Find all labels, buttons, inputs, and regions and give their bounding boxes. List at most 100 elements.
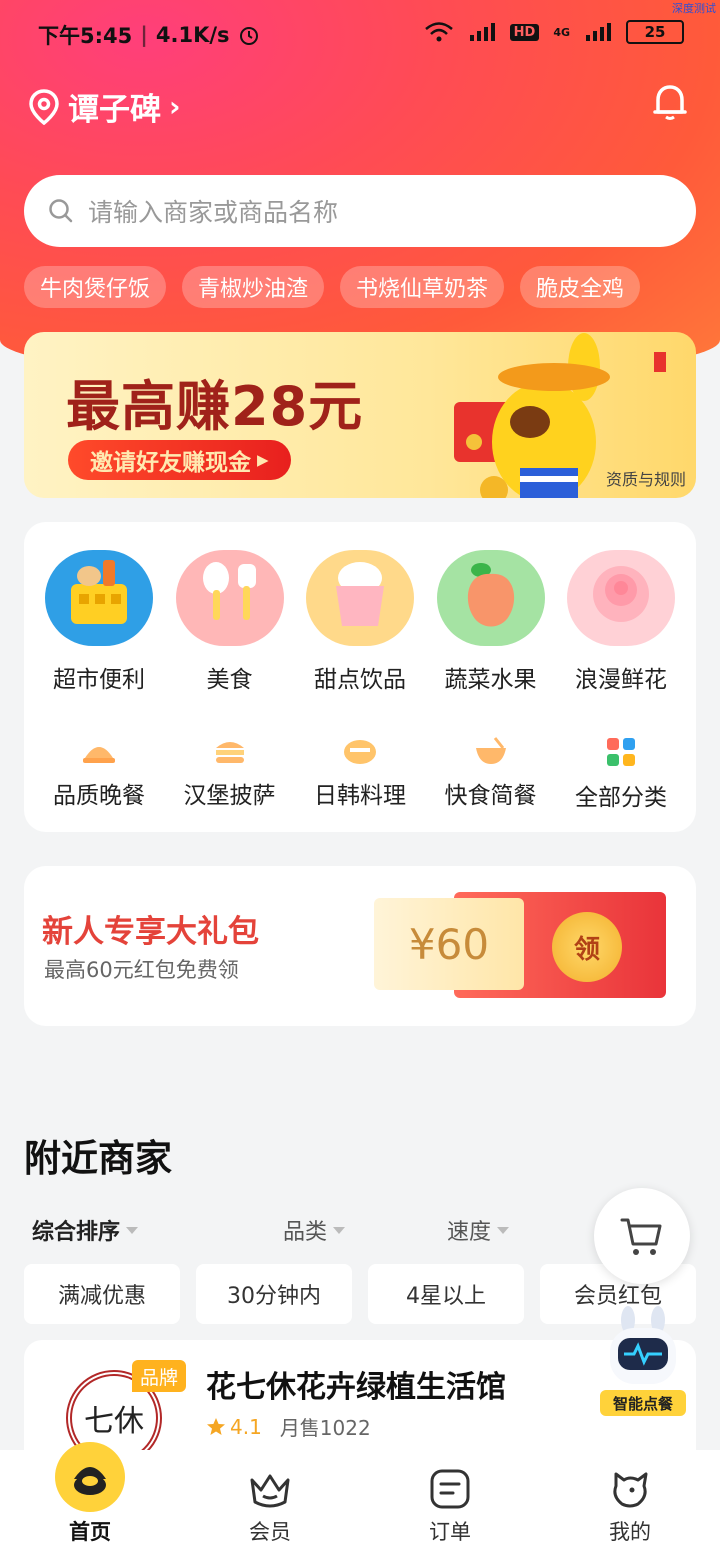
sort-label: 速度	[446, 1220, 491, 1245]
filter-chip[interactable]: 30分钟内	[196, 1264, 352, 1324]
signal-icon	[469, 23, 495, 41]
category-dinner[interactable]: 品质晚餐	[34, 736, 164, 812]
category-label: 蔬菜水果	[444, 667, 537, 693]
alarm-icon	[239, 27, 258, 45]
crown-icon	[250, 1474, 290, 1508]
invite-banner[interactable]: 最高赚28元 邀请好友赚现金 ▸ 资质与规则	[24, 332, 696, 498]
shop-meta: 4.1 月售1022	[206, 1412, 371, 1441]
search-placeholder: 请输入商家或商品名称	[88, 198, 339, 227]
category-japanese-korean[interactable]: 日韩料理	[295, 736, 425, 812]
arrow-right-icon: ▸	[257, 447, 269, 473]
sort-comprehensive[interactable]: 综合排序	[32, 1214, 232, 1246]
wifi-icon	[424, 22, 453, 42]
shop-name: 花七休花卉绿植生活馆	[206, 1370, 506, 1405]
hd-icon: HD	[509, 23, 540, 41]
caret-down-icon	[333, 1226, 345, 1234]
category-label: 全部分类	[575, 785, 667, 811]
category-label: 汉堡披萨	[183, 783, 276, 809]
hot-tag[interactable]: 书烧仙草奶茶	[340, 266, 505, 308]
category-label: 美食	[206, 667, 253, 693]
status-speed: 4.1K/s	[155, 23, 230, 47]
category-food[interactable]: 美食	[165, 550, 295, 694]
sort-speed[interactable]: 速度	[396, 1214, 560, 1246]
category-fast-food[interactable]: 快食简餐	[426, 736, 556, 812]
peach-icon	[436, 550, 545, 646]
filter-chip[interactable]: 4星以上	[368, 1264, 524, 1324]
shop-rating: 4.1	[206, 1415, 262, 1439]
star-icon	[207, 1417, 225, 1435]
hot-tag[interactable]: 青椒炒油渣	[182, 266, 325, 308]
sort-category[interactable]: 品类	[232, 1214, 396, 1246]
rose-icon	[567, 550, 675, 646]
basket-icon	[45, 550, 153, 646]
hot-tag[interactable]: 牛肉煲仔饭	[24, 266, 167, 308]
battery-level: 25	[644, 23, 666, 41]
sort-bar: 综合排序 品类 速度 全部	[32, 1214, 672, 1246]
claim-button[interactable]: 领	[552, 912, 622, 982]
hot-search-tags: 牛肉煲仔饭 青椒炒油渣 书烧仙草奶茶 脆皮全鸡	[24, 266, 641, 308]
cart-icon	[620, 1218, 662, 1255]
order-icon	[430, 1469, 470, 1509]
profile-icon	[613, 1472, 648, 1508]
rating-value: 4.1	[230, 1414, 262, 1439]
tab-label: 订单	[429, 1520, 471, 1544]
banner-rules-link[interactable]: 资质与规则	[606, 466, 686, 490]
caret-down-icon	[126, 1226, 139, 1234]
tab-label: 我的	[609, 1520, 651, 1544]
category-label: 日韩料理	[314, 783, 406, 809]
rice-ball-icon	[344, 740, 376, 764]
filter-chip[interactable]: 满减优惠	[24, 1264, 180, 1324]
chevron-right-icon: ›	[169, 90, 181, 123]
cart-button[interactable]	[594, 1188, 690, 1284]
tab-member[interactable]: 会员	[180, 1450, 360, 1560]
search-icon	[49, 199, 73, 223]
category-dessert[interactable]: 甜点饮品	[295, 550, 425, 694]
category-supermarket[interactable]: 超市便利	[34, 550, 164, 694]
status-time: 下午5:45	[38, 24, 133, 48]
banner-title: 最高赚28元	[66, 375, 364, 438]
section-title: 附近商家	[24, 1137, 172, 1180]
dessert-cup-icon	[306, 550, 414, 646]
gift-title: 新人专享大礼包	[42, 914, 259, 950]
tab-profile[interactable]: 我的	[540, 1450, 720, 1560]
category-all[interactable]: 全部分类	[556, 736, 686, 812]
category-label: 品质晚餐	[53, 783, 145, 809]
category-label: 快食简餐	[444, 783, 537, 809]
new-user-gift-card[interactable]: 新人专享大礼包 最高60元红包免费领 ¥60 领	[24, 866, 696, 1026]
invite-button[interactable]: 邀请好友赚现金 ▸	[68, 440, 291, 480]
location-selector[interactable]: 谭子碑 ›	[28, 84, 181, 129]
category-label: 甜点饮品	[314, 667, 406, 693]
signal-icon-2	[586, 23, 611, 41]
shop-logo-text: 七休	[84, 1404, 144, 1439]
bell-icon	[653, 85, 687, 120]
category-burger[interactable]: 汉堡披萨	[165, 736, 295, 812]
category-vegetables[interactable]: 蔬菜水果	[426, 550, 556, 694]
tab-home[interactable]: 首页	[0, 1442, 180, 1560]
category-label: 超市便利	[53, 667, 145, 693]
invite-button-label: 邀请好友赚现金	[90, 450, 251, 476]
robot-icon	[610, 1306, 676, 1384]
brand-badge: 品牌	[132, 1360, 187, 1392]
category-flowers[interactable]: 浪漫鲜花	[556, 550, 686, 694]
home-icon	[55, 1442, 125, 1512]
network-type: 4G	[553, 25, 570, 39]
bottom-tabbar: 首页 会员 订单 我的	[0, 1442, 720, 1560]
location-name: 谭子碑	[68, 92, 161, 128]
coupon-amount: ¥60	[374, 898, 524, 990]
tab-orders[interactable]: 订单	[360, 1450, 540, 1560]
notification-button[interactable]	[652, 82, 688, 126]
monthly-sales: 月售1022	[279, 1416, 371, 1440]
gift-subtitle: 最高60元红包免费领	[44, 958, 239, 982]
burger-icon	[215, 742, 244, 763]
category-card: 超市便利 美食 甜点饮品 蔬菜水果 浪漫鲜花 品质晚餐 汉堡披萨 日韩料理 快食…	[24, 522, 696, 832]
search-input[interactable]: 请输入商家或商品名称	[24, 175, 696, 247]
category-label: 浪漫鲜花	[575, 667, 667, 693]
location-pin-icon	[29, 88, 59, 125]
spoon-fork-icon	[175, 550, 284, 646]
robot-label: 智能点餐	[600, 1390, 686, 1416]
smart-order-button[interactable]: 智能点餐	[600, 1306, 686, 1416]
hot-tag[interactable]: 脆皮全鸡	[520, 266, 641, 308]
tab-label: 会员	[249, 1520, 291, 1544]
battery-icon: 25	[626, 20, 684, 44]
tab-label: 首页	[69, 1520, 111, 1544]
